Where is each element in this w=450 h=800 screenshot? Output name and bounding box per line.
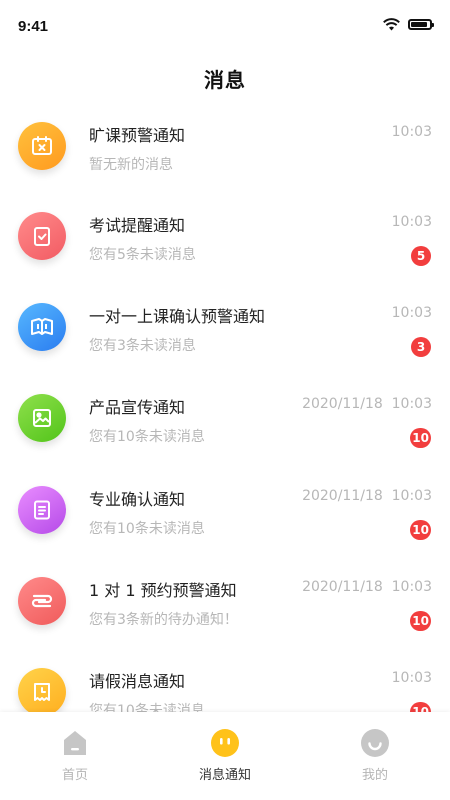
unread-badge: 10	[410, 702, 431, 712]
tab-home[interactable]: 首页	[0, 728, 150, 783]
battery-icon	[408, 19, 434, 30]
list-item[interactable]: 考试提醒通知 您有5条未读消息 10:03 5	[0, 200, 450, 280]
unread-badge: 10	[410, 520, 431, 540]
list-item[interactable]: 一对一上课确认预警通知 您有3条未读消息 10:03 3	[0, 291, 450, 371]
list-item[interactable]: 产品宣传通知 您有10条未读消息 2020/11/18 10:03 10	[0, 382, 450, 462]
message-time: 10:03	[391, 124, 432, 140]
unread-badge: 10	[410, 428, 431, 448]
message-title: 专业确认通知	[89, 490, 186, 509]
message-title: 一对一上课确认预警通知	[89, 307, 266, 326]
unread-badge: 5	[411, 246, 431, 266]
message-title: 请假消息通知	[89, 672, 186, 691]
message-title: 产品宣传通知	[89, 398, 186, 417]
message-list[interactable]: 旷课预警通知 暂无新的消息 10:03 考试提醒通知 您有5条未读消息 10:0…	[0, 110, 450, 712]
message-time: 10:03	[391, 670, 432, 686]
tab-bar: 首页 消息通知 我的	[0, 712, 450, 800]
message-icon	[211, 729, 239, 757]
list-item[interactable]: 旷课预警通知 暂无新的消息 10:03	[0, 110, 450, 190]
tab-profile[interactable]: 我的	[300, 728, 450, 783]
status-icons	[383, 18, 434, 31]
message-subtitle: 您有10条未读消息	[89, 429, 205, 445]
home-icon	[64, 731, 86, 755]
clock-receipt-icon	[18, 668, 66, 712]
clipboard-check-icon	[18, 212, 66, 260]
status-time: 9:41	[18, 18, 49, 35]
message-subtitle: 您有5条未读消息	[89, 247, 196, 263]
wifi-icon	[383, 18, 400, 31]
link-icon	[18, 577, 66, 625]
open-book-icon	[18, 303, 66, 351]
list-item[interactable]: 请假消息通知 您有10条未读消息 10:03 10	[0, 656, 450, 712]
message-time: 2020/11/18 10:03	[302, 396, 432, 412]
tab-label: 我的	[361, 768, 388, 783]
message-subtitle: 您有10条未读消息	[89, 521, 205, 537]
list-item[interactable]: 1 对 1 预约预警通知 您有3条新的待办通知！ 2020/11/18 10:0…	[0, 565, 450, 645]
message-subtitle: 您有10条未读消息	[89, 703, 205, 712]
message-time: 10:03	[391, 305, 432, 321]
tab-label: 消息通知	[198, 768, 251, 783]
unread-badge: 3	[411, 337, 431, 357]
list-item[interactable]: 专业确认通知 您有10条未读消息 2020/11/18 10:03 10	[0, 474, 450, 554]
message-time: 2020/11/18 10:03	[302, 579, 432, 595]
message-title: 1 对 1 预约预警通知	[89, 581, 237, 600]
message-time: 10:03	[391, 214, 432, 230]
message-subtitle: 暂无新的消息	[89, 157, 173, 173]
image-frame-icon	[18, 394, 66, 442]
message-title: 考试提醒通知	[89, 216, 186, 235]
message-time: 2020/11/18 10:03	[302, 488, 432, 504]
message-title: 旷课预警通知	[89, 126, 186, 145]
tab-label: 首页	[61, 768, 88, 783]
tab-messages[interactable]: 消息通知	[150, 728, 300, 783]
message-subtitle: 您有3条新的待办通知！	[89, 612, 238, 628]
unread-badge: 10	[410, 611, 431, 631]
smile-icon	[361, 729, 389, 757]
calendar-x-icon	[18, 122, 66, 170]
status-bar: 9:41	[0, 0, 450, 52]
document-icon	[18, 486, 66, 534]
message-subtitle: 您有3条未读消息	[89, 338, 196, 354]
page-title: 消息	[204, 68, 246, 92]
